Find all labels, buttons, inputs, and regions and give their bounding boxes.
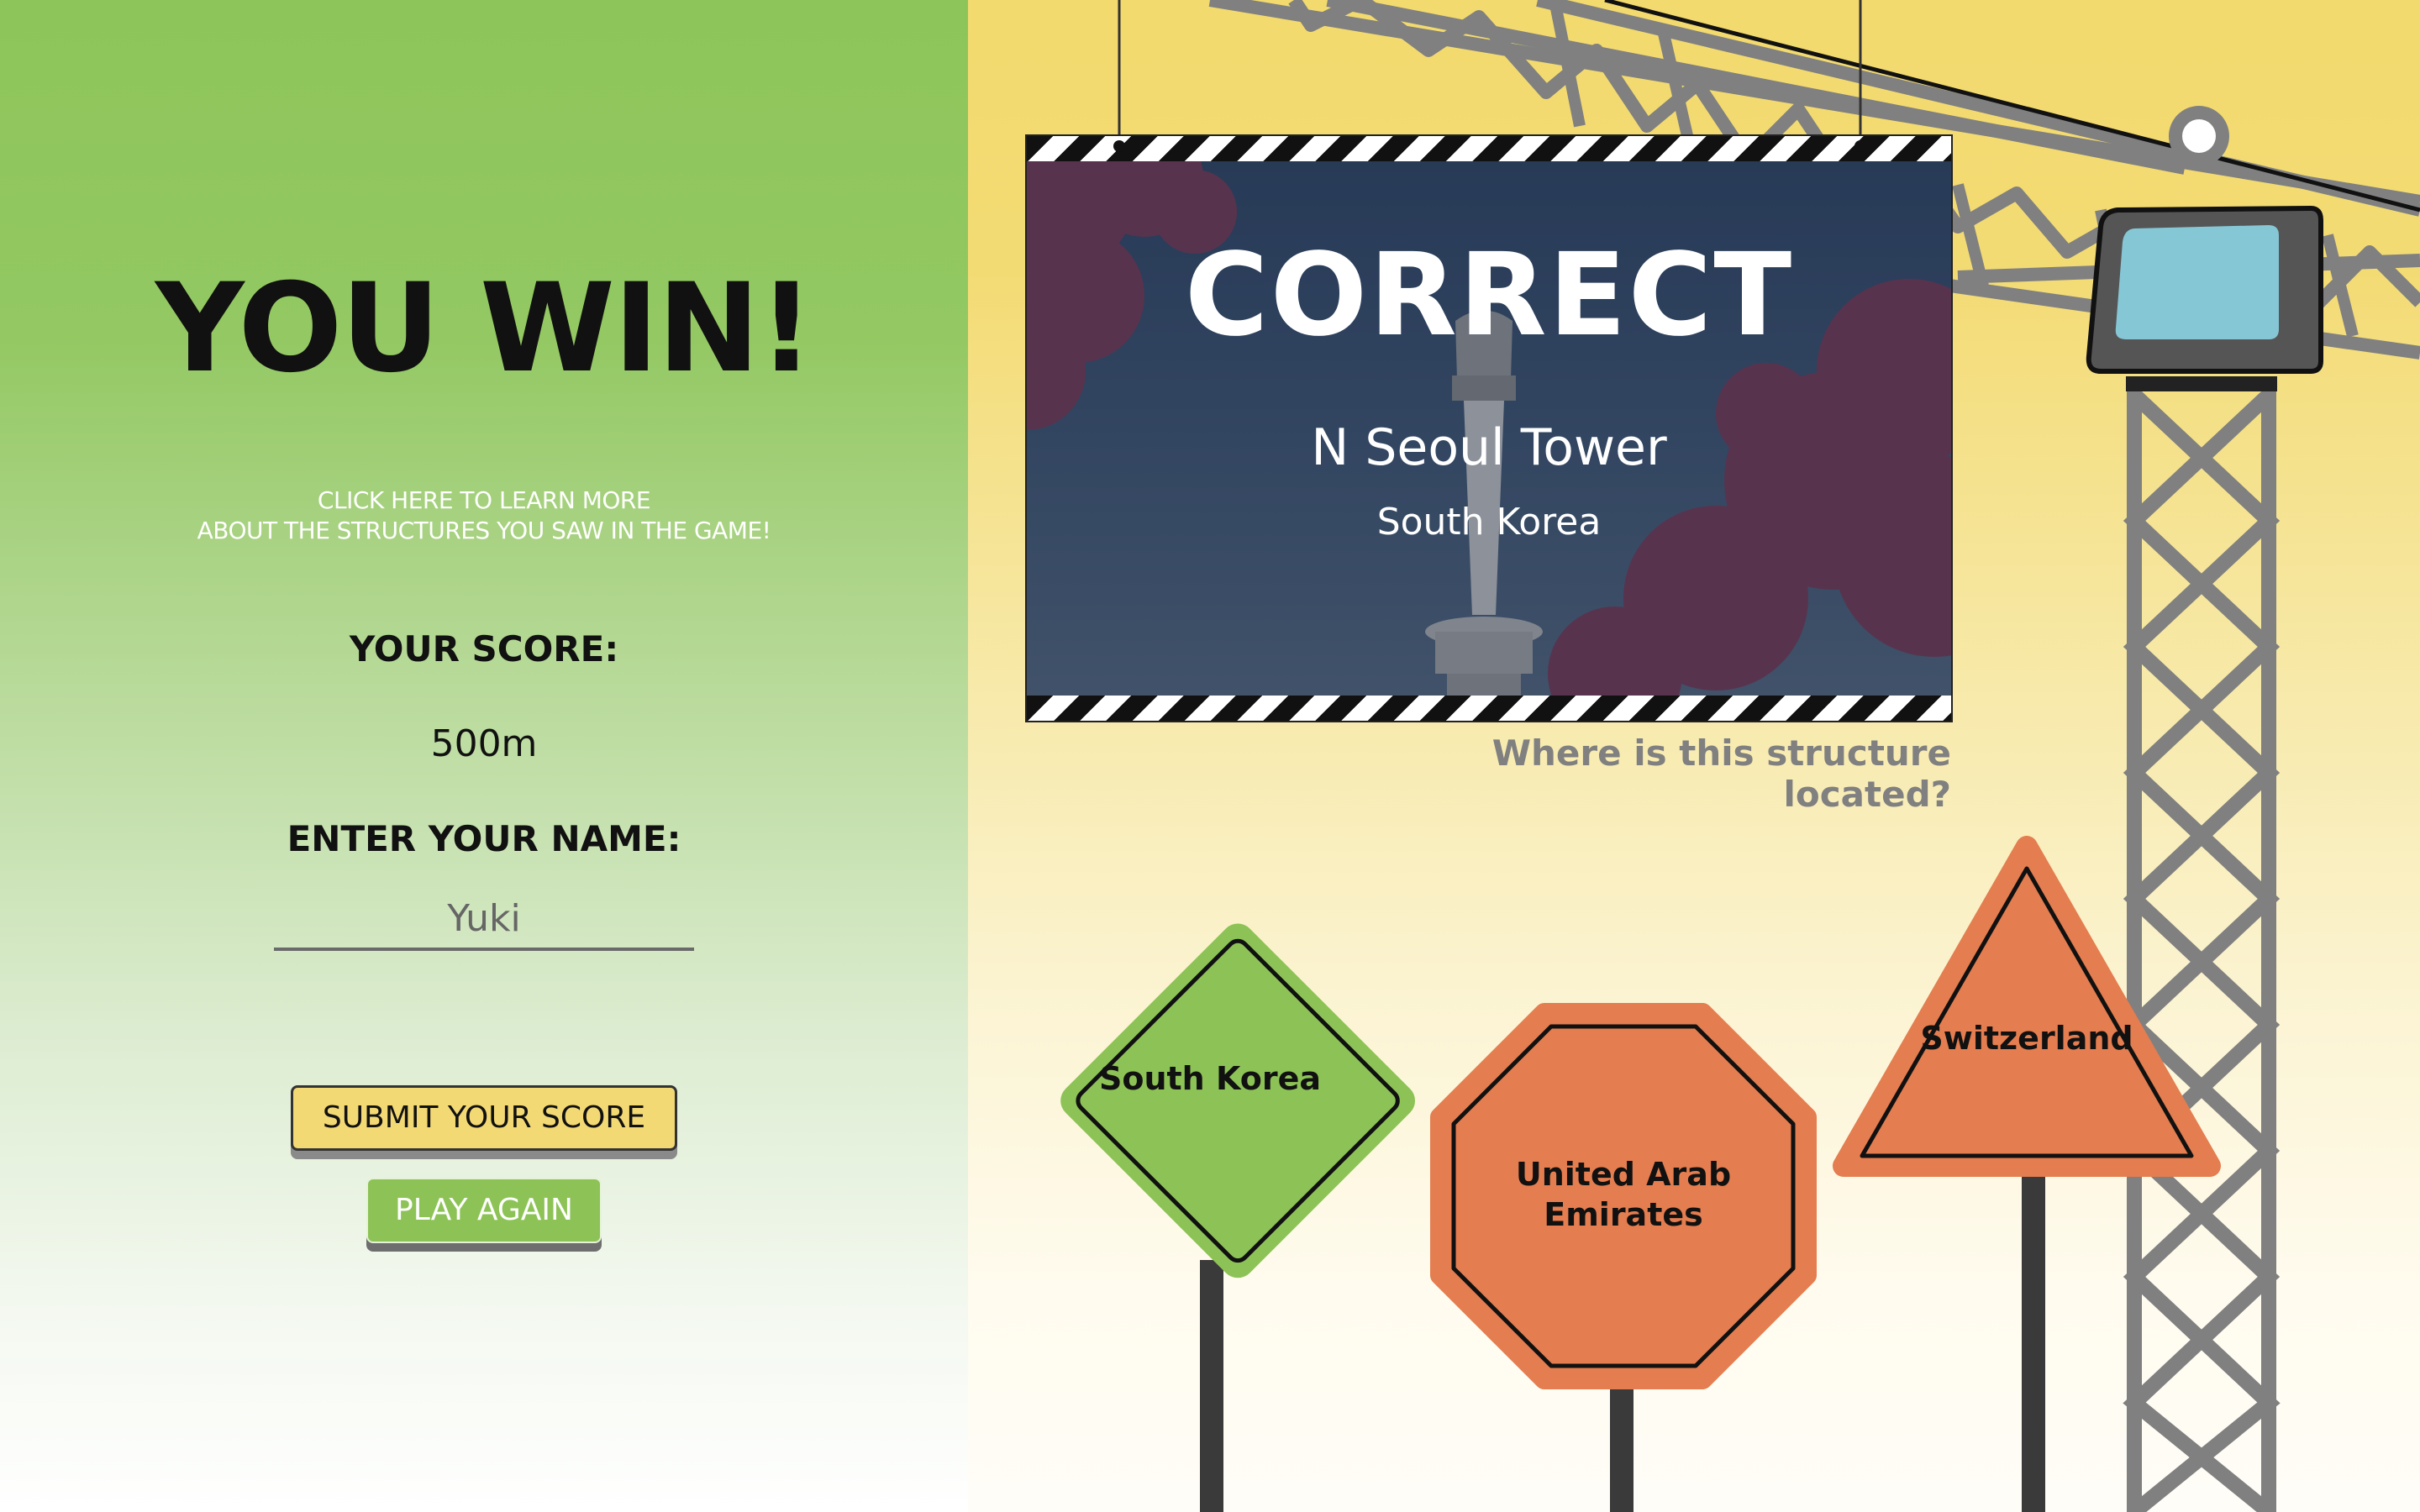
result-billboard: CORRECT N Seoul Tower South Korea [1025, 134, 1953, 722]
crane-cab-window [2115, 225, 2279, 339]
sign-post-south-korea [1200, 1260, 1223, 1512]
answer-label-uae-line-2: Emirates [1544, 1196, 1703, 1233]
answer-label-south-korea[interactable]: South Korea [1042, 1060, 1378, 1097]
crane-mast [2123, 386, 2281, 1512]
structure-country: South Korea [1376, 501, 1602, 543]
answer-sign-south-korea[interactable] [1054, 916, 1422, 1284]
structure-name: N Seoul Tower [1311, 418, 1667, 477]
sign-post-uae [1610, 1369, 1634, 1512]
structure-photo: CORRECT N Seoul Tower South Korea [1027, 161, 1951, 696]
question-text: Where is this structure located? [1491, 732, 1951, 815]
answer-label-uae-line-1: United Arab [1515, 1156, 1732, 1193]
hazard-stripe-bottom [1027, 696, 1951, 721]
answer-label-switzerland[interactable]: Switzerland [1859, 1020, 2195, 1057]
sign-post-switzerland [2022, 1159, 2045, 1512]
result-text: CORRECT [1184, 229, 1794, 362]
answer-label-uae[interactable]: United Arab Emirates [1455, 1154, 1791, 1235]
game-screen: YOU WIN! CLICK HERE TO LEARN MORE ABOUT … [0, 0, 2420, 1512]
hazard-stripe-top [1027, 136, 1951, 161]
crane-mast-cap [2126, 376, 2277, 391]
